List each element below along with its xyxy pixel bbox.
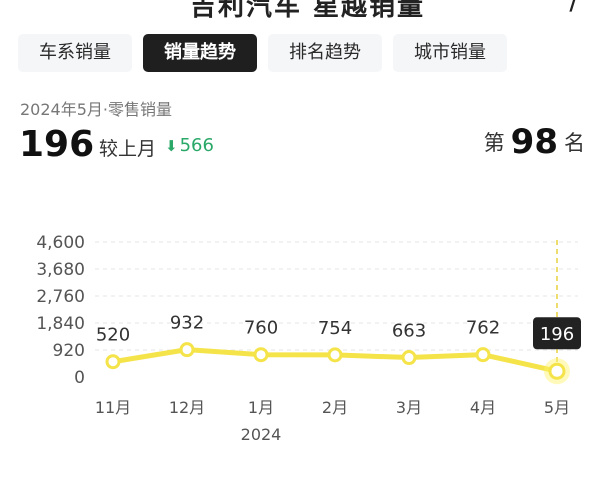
tab-sales-trend[interactable]: 销量趋势 [143,34,257,72]
y-tick-label: 1,840 [36,314,85,334]
tab-series-sales[interactable]: 车系销量 [18,34,132,72]
page-title: 吉利汽车 星越销量 [190,0,426,22]
delta-value: 566 [179,135,214,156]
x-tick-label: 12月 [169,398,205,417]
x-tick-label: 4月 [470,398,496,417]
tab-rank-trend[interactable]: 排名趋势 [268,34,382,72]
data-point [253,347,269,363]
data-label: 663 [392,321,426,342]
delta-badge: ⬇ 566 [165,135,214,156]
data-label: 760 [244,318,278,339]
compare-label: 较上月 [99,138,157,160]
data-label: 754 [318,318,352,339]
x-tick-label: 3月 [396,398,422,417]
data-label: 762 [466,318,500,339]
chevron-right-icon[interactable]: ⟩ [567,0,578,15]
y-tick-label: 0 [74,368,85,388]
arrow-down-icon: ⬇ [165,137,178,155]
sales-summary: 196 较上月 ⬇ 566 第 98 名 [19,122,585,170]
period-label: 2024年5月·零售销量 [20,100,172,119]
x-tick-label: 5月 [544,398,570,417]
rank-display: 第 98 名 [484,122,585,168]
x-tick-label: 11月 [95,398,131,417]
x-tick-label: 2月 [322,398,348,417]
data-point [327,347,343,363]
data-label: 520 [96,325,130,346]
data-point [105,354,121,370]
sales-value: 196 [19,124,95,165]
data-point [475,347,491,363]
y-tick-label: 2,760 [36,287,85,307]
sales-trend-chart: 0 920 1,840 2,760 3,680 4,600 520 932 760 754 663 7… [36,233,581,444]
tab-bar: 车系销量 销量趋势 排名趋势 城市销量 [18,34,507,72]
tab-city-sales[interactable]: 城市销量 [393,34,507,72]
data-label: 932 [170,313,204,334]
data-point [548,362,566,380]
y-tick-label: 920 [53,341,85,361]
data-point [179,342,195,358]
x-tick-label: 1月 [248,398,274,417]
data-point [401,350,417,366]
data-label: 196 [540,324,574,345]
x-year-label: 2024 [241,425,282,444]
rank-prefix: 第 [483,131,505,155]
rank-number: 98 [510,122,558,162]
y-tick-label: 4,600 [36,233,85,253]
rank-suffix: 名 [564,131,585,155]
y-tick-label: 3,680 [36,260,85,280]
